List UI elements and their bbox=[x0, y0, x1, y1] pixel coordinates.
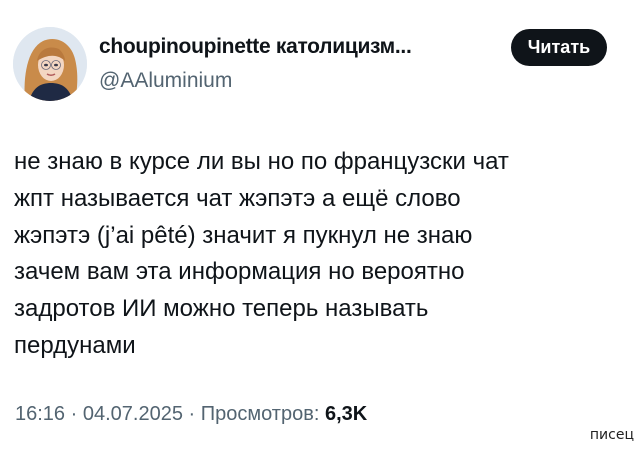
views-label: Просмотров: bbox=[200, 403, 320, 425]
tweet-text-line: зачем вам эта информация но вероятно bbox=[14, 258, 465, 286]
tweet-meta: 16:16 · 04.07.2025 · Просмотров: 6,3K bbox=[15, 403, 367, 426]
read-button[interactable]: Читать bbox=[511, 29, 607, 66]
meta-separator: · bbox=[182, 403, 201, 425]
tweet-text: не знаю в курсе ли вы но по французски ч… bbox=[14, 144, 614, 365]
author-display-name[interactable]: choupinoupinette католицизм... bbox=[99, 35, 412, 59]
tweet-text-line: жэпэтэ (j’ai pêté) значит я пукнул не зн… bbox=[14, 221, 473, 249]
avatar-photo-icon bbox=[13, 27, 87, 101]
tweet-text-line: жпт называется чат жэпэтэ а ещё слово bbox=[14, 184, 461, 212]
tweet-text-line: пердунами bbox=[14, 331, 136, 359]
tweet-date[interactable]: 04.07.2025 bbox=[83, 403, 183, 425]
tweet-time[interactable]: 16:16 bbox=[15, 403, 65, 425]
author-handle[interactable]: @AAluminium bbox=[99, 69, 232, 93]
views-count: 6,3K bbox=[324, 403, 368, 425]
watermark: писец bbox=[589, 427, 634, 443]
meta-separator: · bbox=[65, 403, 83, 425]
tweet-text-line: задротов ИИ можно теперь называть bbox=[14, 295, 429, 323]
avatar[interactable] bbox=[13, 27, 87, 101]
tweet-text-line: не знаю в курсе ли вы но по французски ч… bbox=[14, 148, 509, 175]
